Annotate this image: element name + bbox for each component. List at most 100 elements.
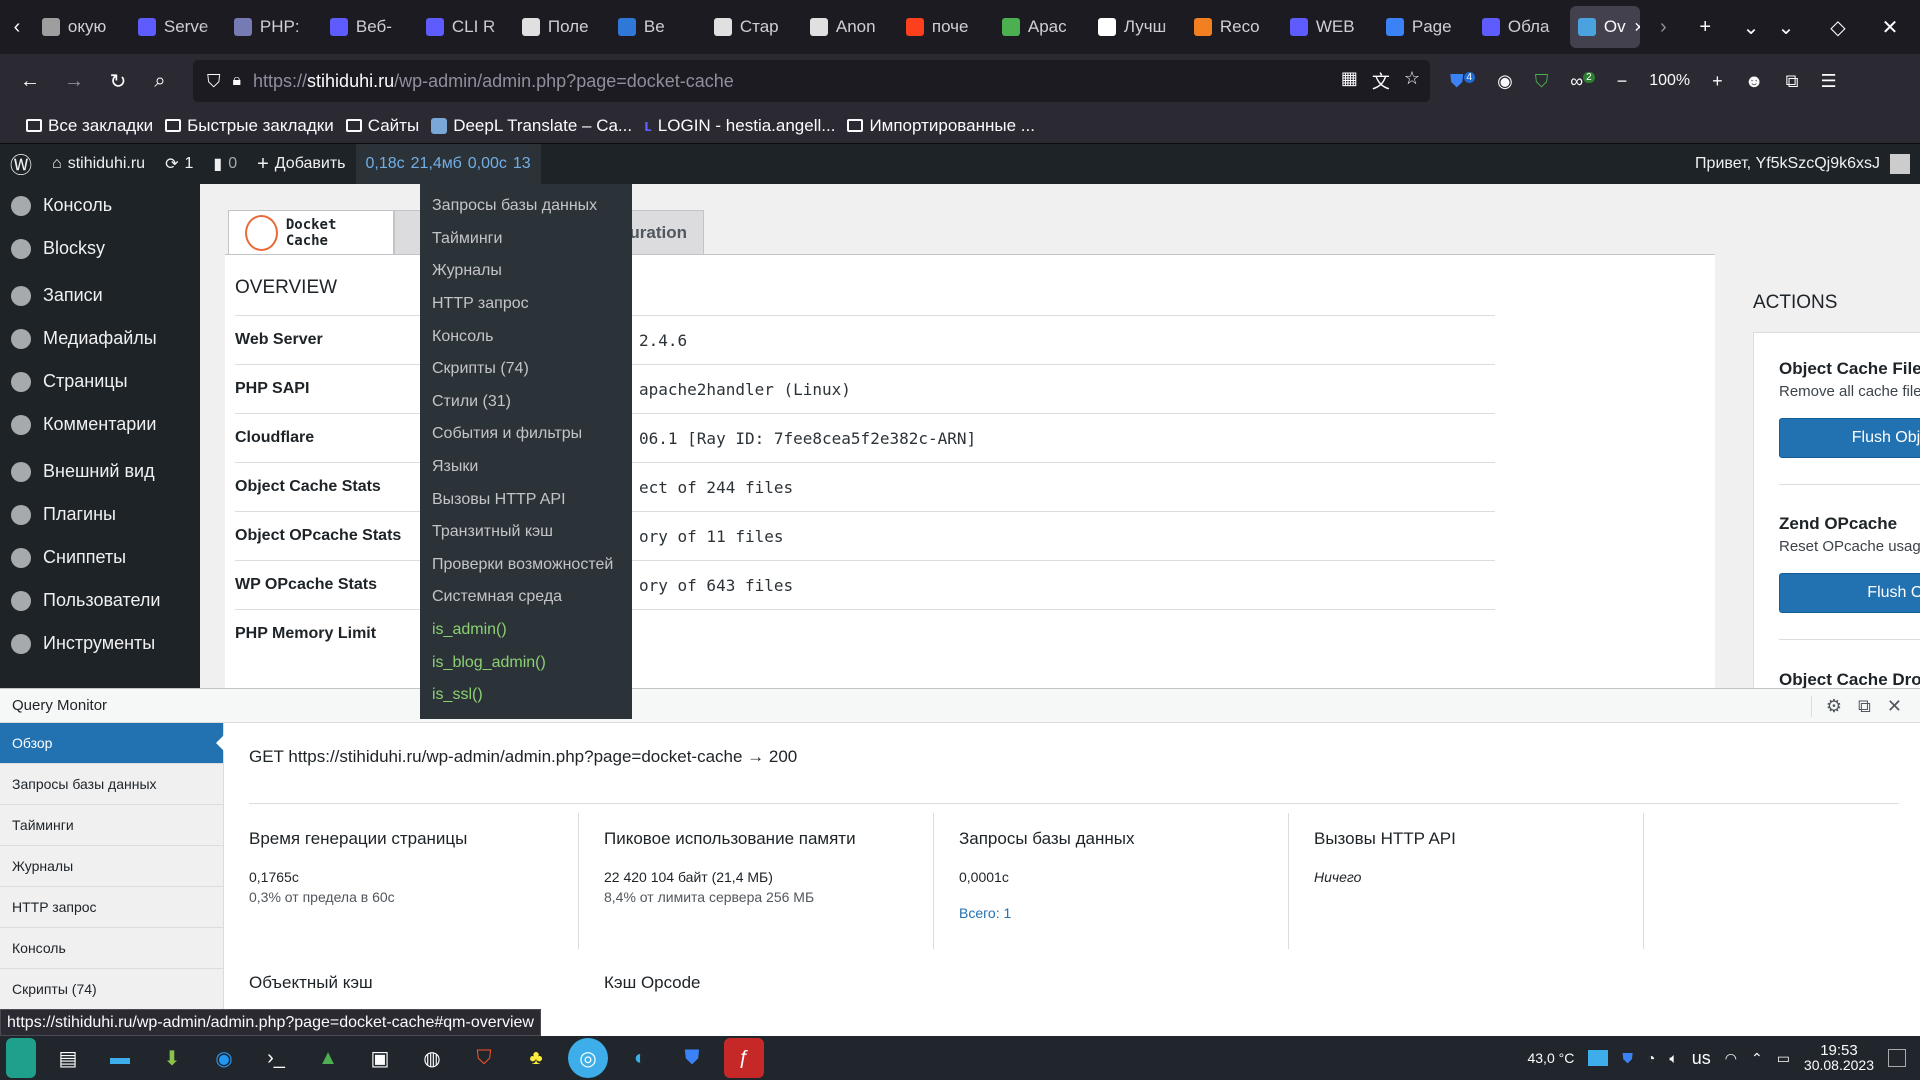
new-tab-button[interactable]: +: [1688, 9, 1722, 45]
zoom-out-icon[interactable]: −: [1617, 71, 1628, 92]
image-viewer-icon[interactable]: ▲: [308, 1038, 348, 1078]
browser-tab[interactable]: Обла: [1474, 6, 1570, 48]
remote-desktop-icon[interactable]: ♣: [516, 1038, 556, 1078]
qm-dropdown-item[interactable]: Транзитный кэш: [420, 516, 632, 549]
terminal-icon[interactable]: ›_: [256, 1038, 296, 1078]
close-panel-icon[interactable]: ✕: [1887, 696, 1902, 717]
qm-nav-item[interactable]: Тайминги: [0, 805, 223, 846]
downloader-icon[interactable]: ⬇: [152, 1038, 192, 1078]
qm-nav-item[interactable]: Журналы: [0, 846, 223, 887]
browser-tab[interactable]: поче: [898, 6, 994, 48]
clipboard-icon[interactable]: ▭: [1777, 1050, 1790, 1067]
bookmark-deepl[interactable]: DeepL Translate – Ca...: [431, 116, 632, 136]
browser-tab[interactable]: Стар: [706, 6, 802, 48]
sidebar-item[interactable]: Blocksy: [0, 227, 200, 270]
db-queries-total-link[interactable]: Всего: 1: [959, 905, 1288, 921]
qm-dropdown-item[interactable]: Скрипты (74): [420, 353, 632, 386]
qm-dropdown-item[interactable]: Вызовы HTTP API: [420, 483, 632, 516]
wifi-icon[interactable]: ◠: [1725, 1050, 1737, 1067]
add-new-link[interactable]: + Добавить: [247, 144, 355, 184]
qr-code-icon[interactable]: ▦: [1341, 68, 1358, 94]
browser-tab[interactable]: Serve: [130, 6, 226, 48]
browser-tab[interactable]: Поле: [514, 6, 610, 48]
qm-dropdown-item[interactable]: Журналы: [420, 255, 632, 288]
bookmark-quick[interactable]: Быстрые закладки: [165, 116, 334, 136]
lock-icon[interactable]: 🔒︎: [233, 72, 242, 90]
forward-icon[interactable]: →: [56, 63, 92, 99]
qm-dropdown-item[interactable]: Проверки возможностей: [420, 549, 632, 582]
bookmark-hestia[interactable]: ʟ LOGIN - hestia.angell...: [644, 116, 835, 136]
toggle-panel-icon[interactable]: ⧉: [1858, 696, 1871, 717]
url-bar[interactable]: ⛉ 🔒︎ https:// stihiduhi.ru /wp-admin/adm…: [193, 60, 1430, 102]
list-all-tabs-icon[interactable]: ⌄: [1734, 9, 1768, 45]
sidebar-item[interactable]: Внешний вид: [0, 450, 200, 493]
shield-icon[interactable]: ⛉: [207, 71, 221, 92]
filezilla-icon[interactable]: ƒ: [724, 1038, 764, 1078]
qm-nav-item[interactable]: Запросы базы данных: [0, 764, 223, 805]
qm-dropdown-item[interactable]: Языки: [420, 451, 632, 484]
wordpress-logo-icon[interactable]: Ⓦ: [0, 144, 42, 184]
browser-tab[interactable]: Apac: [994, 6, 1090, 48]
comments-link[interactable]: ▮ 0: [203, 144, 247, 184]
qm-dropdown-conditional[interactable]: is_blog_admin(): [420, 646, 632, 679]
qm-dropdown-item[interactable]: Тайминги: [420, 223, 632, 256]
tabs-scroll-left-icon[interactable]: ‹: [0, 9, 34, 45]
query-monitor-adminbar[interactable]: 0,18с 21,4мб 0,00с 13: [355, 144, 541, 184]
close-window-icon[interactable]: ✕: [1872, 9, 1908, 45]
app-launcher-icon[interactable]: [6, 1038, 36, 1078]
tab-active[interactable]: Ov ✕: [1569, 6, 1641, 48]
browser-tab[interactable]: Ве: [610, 6, 706, 48]
show-desktop-icon[interactable]: [1888, 1049, 1906, 1067]
search-icon[interactable]: ⌕: [142, 63, 178, 99]
site-name-link[interactable]: ⌂ stihiduhi.ru: [42, 144, 155, 184]
qm-nav-item[interactable]: Консоль: [0, 928, 223, 969]
qm-dropdown-item[interactable]: События и фильтры: [420, 418, 632, 451]
reload-icon[interactable]: ↻: [100, 63, 136, 99]
sidebar-item[interactable]: Консоль: [0, 184, 200, 227]
maximize-icon[interactable]: ◇: [1820, 9, 1856, 45]
qm-dropdown-conditional[interactable]: is_admin(): [420, 614, 632, 647]
back-icon[interactable]: ←: [12, 63, 48, 99]
night-color-icon[interactable]: ◔: [1647, 1050, 1655, 1066]
account-menu[interactable]: Привет, Yf5kSzcQj9k6xsJ: [1685, 144, 1920, 184]
volume-icon[interactable]: 🔈︎: [1669, 1050, 1677, 1067]
keyboard-layout[interactable]: us: [1692, 1048, 1711, 1069]
browser-tab[interactable]: WEB: [1282, 6, 1378, 48]
sidebar-item[interactable]: Сниппеты: [0, 536, 200, 579]
firefox-icon[interactable]: ◎: [568, 1038, 608, 1078]
qm-dropdown-item[interactable]: HTTP запрос: [420, 288, 632, 321]
sidebar-item[interactable]: Записи: [0, 274, 200, 317]
browser-tab[interactable]: Лучш: [1090, 6, 1186, 48]
sidebar-item[interactable]: Плагины: [0, 493, 200, 536]
close-tab-icon[interactable]: ✕: [1634, 19, 1641, 36]
file-manager-icon[interactable]: ▬: [100, 1038, 140, 1078]
adguard-extension-icon[interactable]: ⛉: [1535, 71, 1549, 92]
display-icon[interactable]: [1588, 1050, 1609, 1066]
browser-tab[interactable]: Reco: [1186, 6, 1282, 48]
qm-dropdown-conditional[interactable]: is_ssl(): [420, 679, 632, 712]
updates-link[interactable]: ⟳ 1: [155, 144, 203, 184]
extension-mask-icon[interactable]: ◉: [1497, 71, 1513, 92]
browser-tab[interactable]: Anon: [802, 6, 898, 48]
sidebar-item[interactable]: Инструменты: [0, 622, 200, 665]
thunderbird-icon[interactable]: ◉: [204, 1038, 244, 1078]
browser-tab[interactable]: Page: [1378, 6, 1474, 48]
obs-icon[interactable]: ◍: [412, 1038, 452, 1078]
qm-dropdown-item[interactable]: Стили (31): [420, 386, 632, 419]
qm-dropdown-item[interactable]: Консоль: [420, 320, 632, 353]
bookmark-all[interactable]: Все закладки: [26, 116, 153, 136]
extensions-puzzle-icon[interactable]: ⧉: [1786, 71, 1799, 92]
zoom-level[interactable]: 100%: [1649, 72, 1690, 90]
clock[interactable]: 19:53 30.08.2023: [1804, 1043, 1874, 1073]
browser-tab[interactable]: PHP:: [226, 6, 322, 48]
screenshot-icon[interactable]: ▣: [360, 1038, 400, 1078]
sidebar-item[interactable]: Страницы: [0, 360, 200, 403]
profile-owl-icon[interactable]: ☻: [1745, 71, 1764, 92]
settings-gear-icon[interactable]: ⚙: [1810, 695, 1842, 717]
browser-tab[interactable]: Веб-: [322, 6, 418, 48]
tab-docket-cache[interactable]: Docket Cache: [228, 210, 394, 254]
qm-nav-item[interactable]: Обзор: [0, 723, 224, 764]
qm-dropdown-item[interactable]: Системная среда: [420, 581, 632, 614]
brave-icon[interactable]: ⛉: [464, 1038, 504, 1078]
zoom-in-icon[interactable]: +: [1712, 71, 1723, 92]
